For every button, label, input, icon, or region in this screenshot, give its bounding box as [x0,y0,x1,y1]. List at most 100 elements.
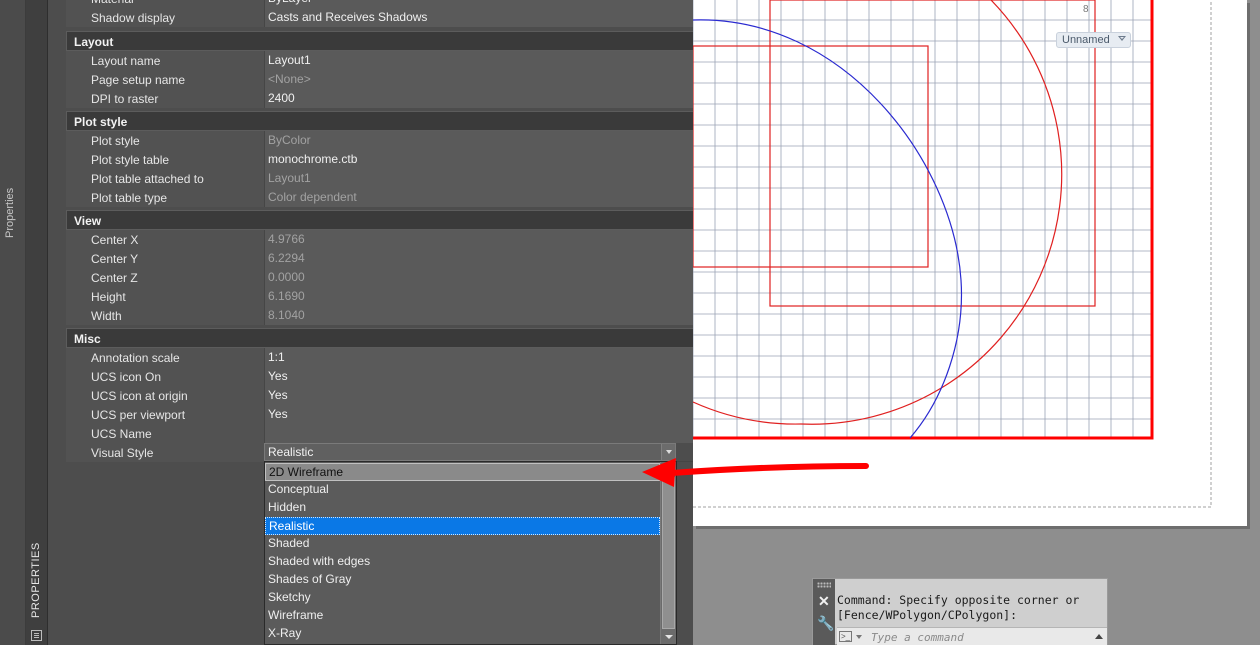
command-input[interactable] [871,630,1091,644]
property-value[interactable]: Yes [265,367,725,386]
scroll-up-icon[interactable] [661,462,676,476]
visual-style-option[interactable]: Shaded with edges [265,553,660,571]
property-value[interactable] [265,424,725,443]
property-row[interactable]: Center X 4.9766 [66,230,725,249]
palette-menu-icon[interactable] [31,630,42,641]
section-title: Layout [74,35,114,49]
command-prompt-icon[interactable]: >_ [839,631,852,642]
visual-style-combobox[interactable]: Realistic [264,443,676,461]
layout-paper-sheet [693,0,1247,526]
property-name: Annotation scale [66,348,265,367]
palette-title-bar[interactable]: PROPERTIES [26,0,48,645]
drag-handle-icon[interactable] [817,582,831,588]
chevron-down-icon[interactable] [661,444,675,460]
property-row[interactable]: Center Y 6.2294 [66,249,725,268]
dropdown-scrollbar[interactable] [660,462,676,644]
visual-style-option[interactable]: Realistic [265,517,660,535]
viewport-name-label: Unnamed [1062,34,1110,46]
collapsed-palette-strip[interactable]: Properties [0,0,26,645]
section-header-misc[interactable]: Misc− [66,328,725,348]
property-name: Plot table attached to [66,169,265,188]
property-row[interactable]: MaterialByLayer [66,0,725,8]
scrollbar-thumb[interactable] [662,477,675,629]
command-history-line: Command: Specify opposite corner or [837,593,1080,607]
property-row[interactable]: UCS Name [66,424,725,443]
property-name: Plot style [66,131,265,150]
property-name: Layout name [66,51,265,70]
property-row[interactable]: Plot table type Color dependent [66,188,725,207]
property-value: 6.2294 [265,249,725,268]
property-value: ByColor [265,131,725,150]
visual-style-option[interactable]: X-Ray [265,625,660,643]
property-row[interactable]: Page setup name <None> [66,70,725,89]
property-row[interactable]: UCS icon On Yes [66,367,725,386]
property-name: Material [66,0,265,8]
section-title: View [74,214,102,228]
section-header-layout[interactable]: Layout− [66,31,725,51]
visual-style-option[interactable]: Hidden [265,499,660,517]
drawing-canvas[interactable] [693,0,1260,645]
visual-style-option[interactable]: Sketchy [265,589,660,607]
chevron-down-icon[interactable] [856,635,862,639]
property-value: Color dependent [265,188,725,207]
section-title: Plot style [74,115,128,129]
chevron-down-icon[interactable] [1117,36,1126,41]
property-row[interactable]: Height 6.1690 [66,287,725,306]
property-name: UCS Name [66,424,265,443]
viewport-border [693,0,1154,440]
property-value[interactable]: Yes [265,386,725,405]
drawing-viewport[interactable] [693,0,1247,526]
command-input-row: >_ [837,627,1107,645]
property-value[interactable]: Casts and Receives Shadows [265,8,725,27]
command-history: Command: Specify opposite corner or [Fen… [837,593,1079,623]
property-value[interactable]: monochrome.ctb [265,150,725,169]
property-name: Plot table type [66,188,265,207]
property-name: Center Y [66,249,265,268]
section-header-plot-style[interactable]: Plot style− [66,111,725,131]
property-name: UCS icon at origin [66,386,265,405]
property-value: Layout1 [265,169,725,188]
close-icon[interactable]: ✕ [818,593,830,610]
property-name: Height [66,287,265,306]
property-value[interactable]: 1:1 [265,348,725,367]
property-name: DPI to raster [66,89,265,108]
visual-style-option[interactable]: Conceptual [265,481,660,499]
property-value[interactable]: Yes [265,405,725,424]
property-row[interactable]: Plot style table monochrome.ctb [66,150,725,169]
visual-style-option[interactable]: Shades of Gray [265,571,660,589]
properties-strip-label[interactable]: Properties [4,188,16,238]
visual-style-option[interactable]: Wireframe [265,607,660,625]
property-name: Shadow display [66,8,265,27]
wrench-icon[interactable]: 🔧 [817,615,834,632]
circle-arc [693,0,1063,425]
property-name: Page setup name [66,70,265,89]
arc-shape [693,19,963,439]
property-row[interactable]: Shadow display Casts and Receives Shadows [66,8,725,27]
property-row[interactable]: Center Z 0.0000 [66,268,725,287]
scroll-down-icon[interactable] [661,630,676,644]
visual-style-option[interactable]: Shaded [265,535,660,553]
property-row[interactable]: UCS icon at origin Yes [66,386,725,405]
chevron-up-icon[interactable] [1095,634,1103,639]
property-value: <None> [265,70,725,89]
property-row[interactable]: UCS per viewport Yes [66,405,725,424]
property-name: Plot style table [66,150,265,169]
property-row[interactable]: Layout name Layout1 [66,51,725,70]
property-row[interactable]: Annotation scale 1:1 [66,348,725,367]
visual-style-current-value: Realistic [268,445,314,459]
property-value[interactable]: Layout1 [265,51,725,70]
property-value[interactable]: 2400 [265,89,725,108]
visual-style-option[interactable]: 2D Wireframe [265,463,660,481]
property-row[interactable]: Width 8.1040 [66,306,725,325]
command-history-line: [Fence/WPolygon/CPolygon]: [837,608,1018,622]
command-line-window: ✕ 🔧 Command: Specify opposite corner or … [812,578,1108,645]
section-header-view[interactable]: View− [66,210,725,230]
visual-style-dropdown-list[interactable]: X-Ray Wireframe Sketchy Shades of Gray Shade… [264,461,677,645]
property-value[interactable]: ByLayer [265,0,725,8]
property-row[interactable]: DPI to raster 2400 [66,89,725,108]
property-value: 4.9766 [265,230,725,249]
viewport-name-control[interactable]: Unnamed [1056,32,1131,48]
property-row[interactable]: Plot table attached to Layout1 [66,169,725,188]
command-line-grip[interactable]: ✕ 🔧 [813,579,835,645]
property-row[interactable]: Plot style ByColor [66,131,725,150]
